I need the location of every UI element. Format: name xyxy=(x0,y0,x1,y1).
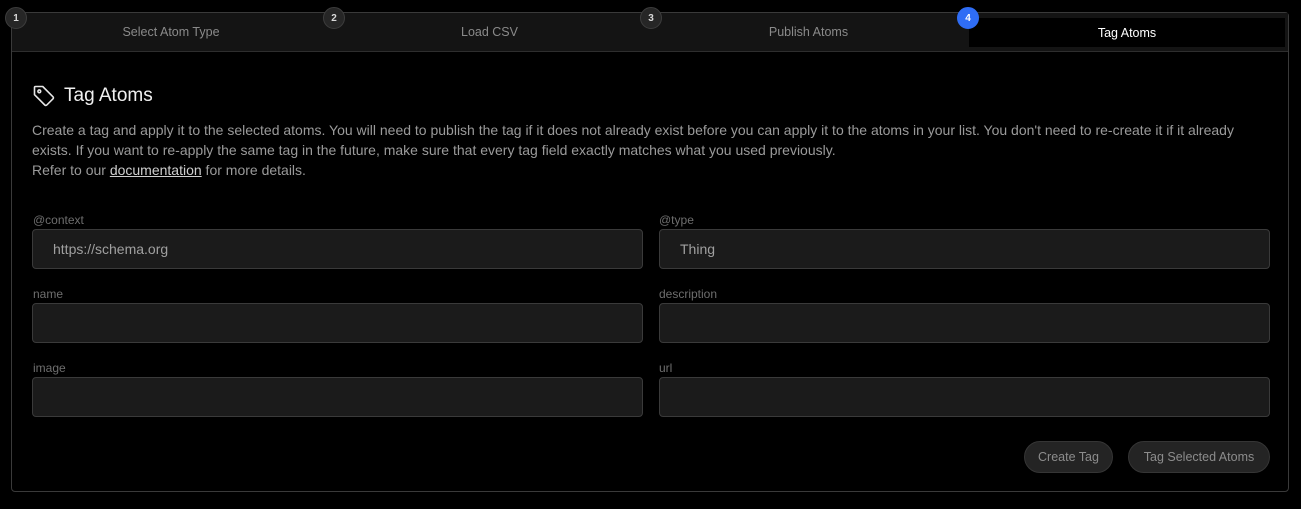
type-field[interactable] xyxy=(659,229,1270,269)
section-description: Create a tag and apply it to the selecte… xyxy=(32,120,1272,180)
context-field[interactable] xyxy=(32,229,643,269)
section-title: Tag Atoms xyxy=(64,85,153,106)
url-label: url xyxy=(659,361,673,375)
refer-suffix: for more details. xyxy=(201,162,306,178)
name-label: name xyxy=(33,287,64,301)
tag-icon xyxy=(33,85,55,107)
step-label: Tag Atoms xyxy=(1097,25,1157,40)
url-field[interactable] xyxy=(659,377,1270,417)
step-number-badge: 3 xyxy=(640,7,662,29)
step-select-atom-type[interactable]: Select Atom Type xyxy=(12,13,330,51)
image-field[interactable] xyxy=(32,377,643,417)
step-label: Select Atom Type xyxy=(122,25,220,39)
type-label: @type xyxy=(659,213,694,227)
description-label: description xyxy=(659,287,718,301)
create-tag-button[interactable]: Create Tag xyxy=(1024,441,1113,473)
step-load-csv[interactable]: Load CSV xyxy=(330,13,649,51)
description-text: Create a tag and apply it to the selecte… xyxy=(32,122,1234,158)
image-label: image xyxy=(33,361,66,375)
step-publish-atoms[interactable]: Publish Atoms xyxy=(649,13,968,51)
section-header: Tag Atoms xyxy=(32,84,153,108)
step-number-badge-active: 4 xyxy=(957,7,979,29)
tag-selected-atoms-button[interactable]: Tag Selected Atoms xyxy=(1128,441,1270,473)
step-label: Publish Atoms xyxy=(768,25,849,39)
name-field[interactable] xyxy=(32,303,643,343)
step-label: Load CSV xyxy=(461,25,518,39)
step-tag-atoms[interactable]: Tag Atoms xyxy=(969,18,1285,47)
documentation-link[interactable]: documentation xyxy=(110,162,202,178)
step-number-badge: 2 xyxy=(323,7,345,29)
description-field[interactable] xyxy=(659,303,1270,343)
step-number-badge: 1 xyxy=(5,7,27,29)
refer-prefix: Refer to our xyxy=(32,162,110,178)
context-label: @context xyxy=(33,213,84,227)
